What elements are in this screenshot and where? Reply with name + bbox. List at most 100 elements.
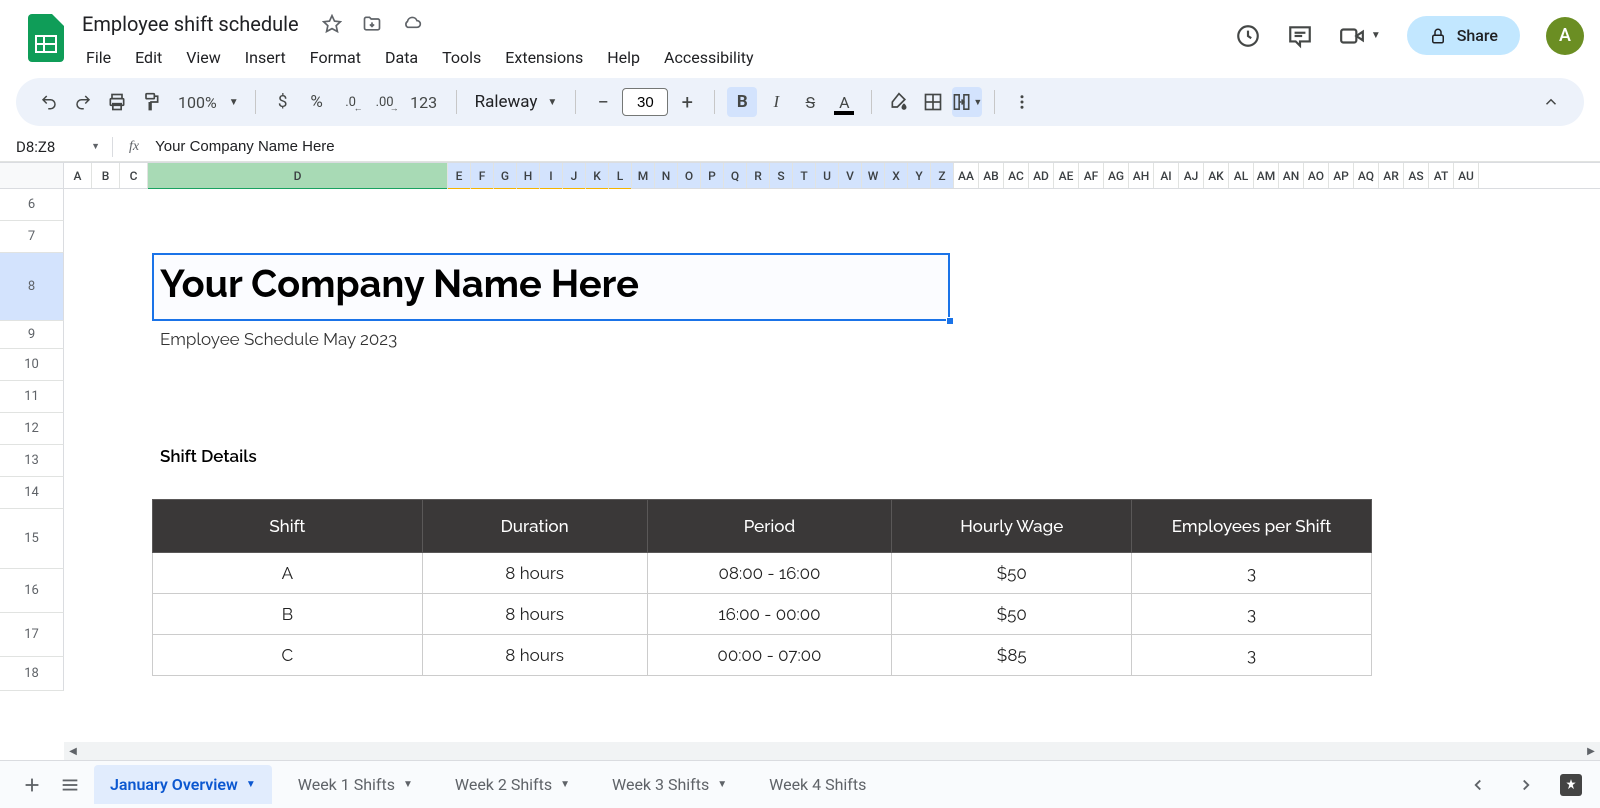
row-header[interactable]: 9: [0, 321, 64, 349]
col-header[interactable]: S: [770, 163, 793, 188]
col-header[interactable]: Z: [931, 163, 954, 188]
comments-icon[interactable]: [1287, 23, 1313, 49]
menu-accessibility[interactable]: Accessibility: [654, 44, 764, 71]
sheets-logo-icon[interactable]: [27, 14, 65, 62]
col-header[interactable]: Y: [908, 163, 931, 188]
col-header[interactable]: AC: [1004, 163, 1029, 188]
row-header[interactable]: 17: [0, 613, 64, 657]
font-size-input[interactable]: [622, 88, 668, 116]
increase-decimal-button[interactable]: .00→: [370, 87, 400, 117]
col-header[interactable]: H: [517, 163, 540, 188]
col-header[interactable]: M: [632, 163, 655, 188]
formula-input[interactable]: [155, 138, 1592, 155]
text-color-button[interactable]: A: [829, 87, 859, 117]
cloud-status-icon[interactable]: [401, 13, 423, 35]
borders-button[interactable]: [918, 87, 948, 117]
col-header[interactable]: X: [885, 163, 908, 188]
row-header[interactable]: 12: [0, 413, 64, 445]
col-header[interactable]: AA: [954, 163, 979, 188]
sheet-tab-active[interactable]: January Overview ▼: [94, 765, 272, 804]
document-title[interactable]: Employee shift schedule: [76, 10, 305, 38]
cells-canvas[interactable]: Your Company Name Here Employee Schedule…: [64, 189, 1600, 714]
col-header[interactable]: E: [448, 163, 471, 188]
col-header[interactable]: AD: [1029, 163, 1054, 188]
menu-tools[interactable]: Tools: [432, 44, 491, 71]
row-header[interactable]: 7: [0, 221, 64, 253]
menu-data[interactable]: Data: [375, 44, 428, 71]
col-header[interactable]: AU: [1454, 163, 1479, 188]
col-header[interactable]: AO: [1304, 163, 1329, 188]
col-header[interactable]: AF: [1079, 163, 1104, 188]
share-button[interactable]: Share: [1407, 16, 1520, 55]
scroll-right-icon[interactable]: ▶: [1582, 742, 1600, 760]
number-format-button[interactable]: 123: [404, 87, 444, 117]
col-header[interactable]: C: [120, 163, 148, 188]
col-header[interactable]: AI: [1154, 163, 1179, 188]
col-header[interactable]: A: [64, 163, 92, 188]
col-header[interactable]: P: [701, 163, 724, 188]
select-all-corner[interactable]: [0, 163, 64, 189]
col-header[interactable]: B: [92, 163, 120, 188]
col-header[interactable]: AP: [1329, 163, 1354, 188]
menu-format[interactable]: Format: [300, 44, 371, 71]
col-header[interactable]: N: [655, 163, 678, 188]
col-header[interactable]: O: [678, 163, 701, 188]
menu-extensions[interactable]: Extensions: [495, 44, 593, 71]
name-box[interactable]: D8:Z8 ▼: [8, 136, 108, 158]
decrease-decimal-button[interactable]: .0←: [336, 87, 366, 117]
col-header[interactable]: AS: [1404, 163, 1429, 188]
history-icon[interactable]: [1235, 23, 1261, 49]
row-header[interactable]: 16: [0, 569, 64, 613]
col-header[interactable]: T: [793, 163, 816, 188]
col-header[interactable]: AB: [979, 163, 1004, 188]
fx-label[interactable]: fx: [117, 139, 151, 155]
scroll-left-icon[interactable]: ◀: [64, 742, 82, 760]
merge-cells-button[interactable]: ▼: [952, 87, 982, 117]
col-header[interactable]: L: [609, 163, 632, 188]
col-header[interactable]: J: [563, 163, 586, 188]
menu-edit[interactable]: Edit: [125, 44, 172, 71]
explore-button[interactable]: [1560, 774, 1582, 796]
table-row[interactable]: A8 hours08:00 - 16:00$503: [153, 553, 1372, 594]
star-icon[interactable]: [321, 13, 343, 35]
add-sheet-button[interactable]: [18, 771, 46, 799]
col-header[interactable]: AQ: [1354, 163, 1379, 188]
menu-help[interactable]: Help: [597, 44, 650, 71]
selection-handle[interactable]: [946, 317, 954, 325]
col-header[interactable]: AH: [1129, 163, 1154, 188]
col-header[interactable]: U: [816, 163, 839, 188]
table-row[interactable]: B8 hours16:00 - 00:00$503: [153, 594, 1372, 635]
zoom-dropdown[interactable]: 100% ▼: [170, 93, 243, 112]
col-header[interactable]: G: [494, 163, 517, 188]
row-header[interactable]: 15: [0, 509, 64, 569]
col-header[interactable]: R: [747, 163, 770, 188]
strikethrough-button[interactable]: S: [795, 87, 825, 117]
col-header[interactable]: AM: [1254, 163, 1279, 188]
sheet-tab[interactable]: Week 3 Shifts▼: [596, 765, 743, 804]
more-button[interactable]: [1007, 87, 1037, 117]
all-sheets-button[interactable]: [56, 771, 84, 799]
row-header[interactable]: 13: [0, 445, 64, 477]
col-header[interactable]: AK: [1204, 163, 1229, 188]
sheet-tab[interactable]: Week 1 Shifts▼: [282, 765, 429, 804]
col-header[interactable]: AE: [1054, 163, 1079, 188]
percent-button[interactable]: %: [302, 87, 332, 117]
horizontal-scrollbar[interactable]: ◀ ▶: [64, 742, 1600, 760]
increase-font-size-button[interactable]: +: [672, 87, 702, 117]
col-header[interactable]: AR: [1379, 163, 1404, 188]
col-header[interactable]: AN: [1279, 163, 1304, 188]
italic-button[interactable]: I: [761, 87, 791, 117]
col-header[interactable]: K: [586, 163, 609, 188]
account-avatar[interactable]: A: [1546, 17, 1584, 55]
col-header[interactable]: AL: [1229, 163, 1254, 188]
sheet-tab[interactable]: Week 2 Shifts▼: [439, 765, 586, 804]
col-header[interactable]: AJ: [1179, 163, 1204, 188]
sheet-tab[interactable]: Week 4 Shifts: [753, 765, 882, 804]
row-header[interactable]: 11: [0, 381, 64, 413]
col-header[interactable]: F: [471, 163, 494, 188]
undo-button[interactable]: [34, 87, 64, 117]
row-header[interactable]: 8: [0, 253, 64, 321]
col-header[interactable]: W: [862, 163, 885, 188]
menu-insert[interactable]: Insert: [235, 44, 296, 71]
table-row[interactable]: C8 hours00:00 - 07:00$853: [153, 635, 1372, 676]
